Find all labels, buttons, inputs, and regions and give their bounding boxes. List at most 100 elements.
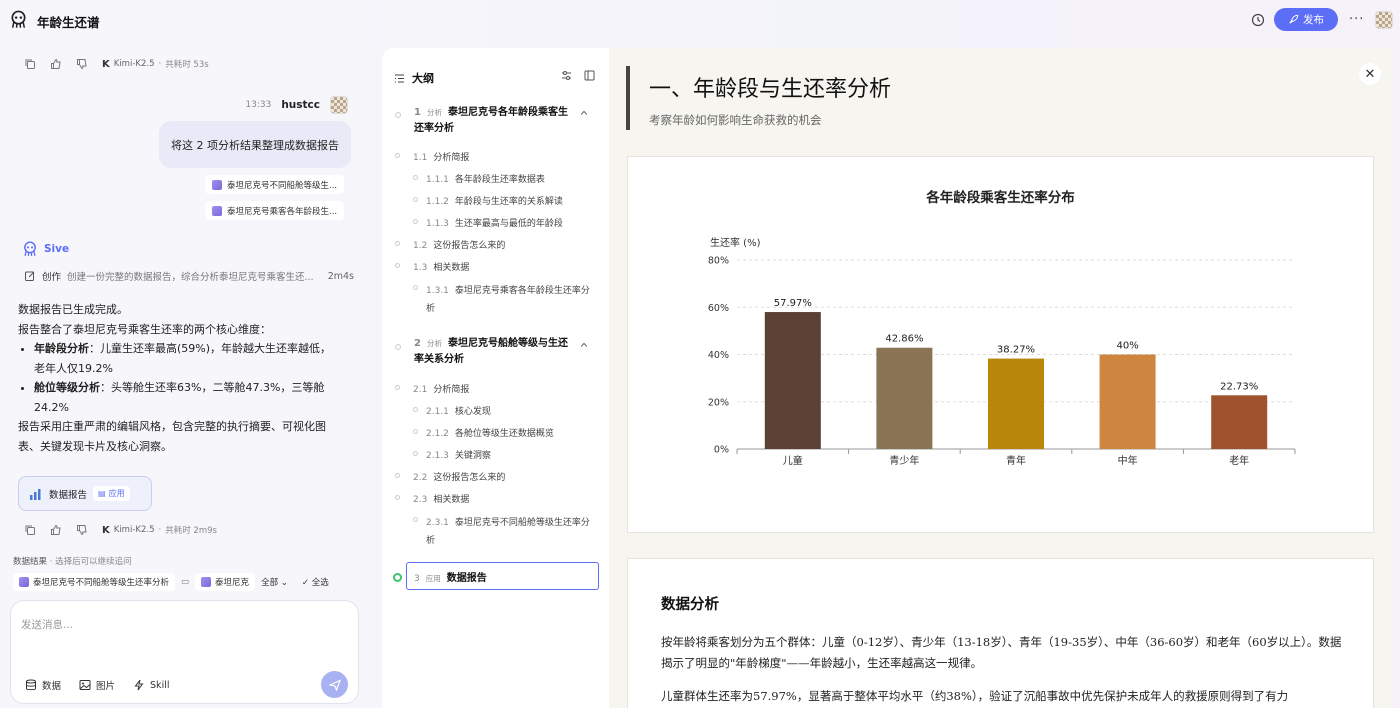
chevron-up-icon[interactable] <box>579 340 589 350</box>
outline-item[interactable]: 2.1 分析简报 <box>413 382 469 395</box>
outline-status-dot <box>395 263 400 268</box>
response-paragraph: 报告整合了泰坦尼克号乘客生还率的两个核心维度： <box>18 322 271 336</box>
outline-status-dot <box>413 197 418 202</box>
outline-item[interactable]: 1.1 分析简报 <box>413 150 469 163</box>
message-time: 13:33 <box>245 100 272 110</box>
result-chip[interactable]: 泰坦尼克号不同船舱等级生还率分析 <box>13 573 176 591</box>
result-chip[interactable]: 泰坦尼克 <box>195 573 256 591</box>
collapse-panel-icon[interactable] <box>584 70 595 81</box>
item-label: 核心发现 <box>454 407 491 417</box>
user-avatar <box>330 96 348 114</box>
thumbs-down-icon[interactable] <box>76 524 88 536</box>
filter-all-dropdown[interactable]: 全部 ⌄ <box>261 576 288 588</box>
results-hint: 选择后可以继续追问 <box>55 557 132 567</box>
x-tick-label: 青少年 <box>889 454 919 467</box>
user-message-header: 13:33 hustcc <box>245 96 348 114</box>
bar <box>1211 395 1268 449</box>
bar <box>988 358 1044 449</box>
chevron-up-icon[interactable] <box>579 108 589 118</box>
user-avatar[interactable] <box>1375 11 1393 29</box>
outline-status-dot <box>413 285 418 290</box>
outline-item[interactable]: 2.3.1 泰坦尼克号不同船舱等级生还率分析 <box>426 514 590 550</box>
copy-icon[interactable] <box>24 524 36 536</box>
select-all-button[interactable]: ✓ 全选 <box>302 576 329 588</box>
response-list: 年龄段分析：儿童生还率最高(59%)，年龄越大生还率越低，老年人仅19.2% 舱… <box>18 339 336 417</box>
item-label: 各舱位等级生还数据概览 <box>454 429 554 439</box>
outline-item[interactable]: 2.1.1 核心发现 <box>426 404 491 417</box>
create-duration: 2m4s <box>327 270 354 282</box>
outline-item[interactable]: 1.1.3 生还率最高与最低的年龄段 <box>426 216 563 229</box>
title-accent-bar <box>626 66 630 130</box>
outline-section-2[interactable]: 2 分析 泰坦尼克号船舱等级与生还率关系分析 <box>414 336 574 368</box>
create-step[interactable]: 创作 创建一份完整的数据报告，综合分析泰坦尼克号乘客生还... 2m4s <box>24 269 354 283</box>
edit-icon <box>25 271 35 281</box>
skill-tool-label: Skill <box>150 679 170 691</box>
data-label: 22.73% <box>1220 381 1258 392</box>
app-logo-icon <box>11 10 26 28</box>
outline-item[interactable]: 2.3 相关数据 <box>413 492 469 505</box>
section-heading: 一、年龄段与生还率分析 <box>649 77 892 102</box>
outline-item[interactable]: 2.2 这份报告怎么来的 <box>413 470 505 483</box>
item-label: 分析简报 <box>433 153 470 163</box>
result-chip-label: 泰坦尼克 <box>215 578 250 588</box>
thumbs-up-icon[interactable] <box>50 524 62 536</box>
outline-item[interactable]: 1.2 这份报告怎么来的 <box>413 238 505 251</box>
outline-item[interactable]: 1.1.1 各年龄段生还率数据表 <box>426 172 545 185</box>
image-icon <box>79 680 91 690</box>
outline-item[interactable]: 2.1.3 关键洞察 <box>426 448 491 461</box>
send-button[interactable] <box>321 671 348 698</box>
item-label: 年龄段与生还率的关系解读 <box>454 197 563 207</box>
outline-item[interactable]: 1.3 相关数据 <box>413 260 469 273</box>
top-bar: 年龄生还谱 发布 ··· <box>0 0 1400 40</box>
item-label: 泰坦尼克号不同船舱等级生还率分 <box>454 518 590 528</box>
list-item-label: 年龄段分析 <box>34 342 89 355</box>
item-number: 2.1.1 <box>426 407 449 417</box>
close-icon[interactable]: ✕ <box>1359 63 1381 85</box>
data-tool-label: 数据 <box>42 681 62 692</box>
outline-status-dot <box>395 495 400 500</box>
thumbs-up-icon[interactable] <box>50 58 62 70</box>
agent-name: Sive <box>44 243 70 255</box>
analysis-paragraph: 按年龄将乘客划分为五个群体：儿童（0-12岁）、青少年（13-18岁）、青年（1… <box>661 635 1342 670</box>
outline-section-3[interactable]: 3 应用 数据报告 <box>414 569 487 584</box>
outline-item[interactable]: 1.3.1 泰坦尼克号乘客各年龄段生还率分析 <box>426 282 590 318</box>
outline-status-dot <box>413 429 418 434</box>
document-panel: ✕ 一、年龄段与生还率分析 考察年龄如何影响生命获救的机会 各年龄段乘客生还率分… <box>609 48 1392 708</box>
outline-panel: 大纲 1 分析 泰坦尼克号各年龄段乘客生还率分析 1.1 分析简报 1.1.1 各年龄段… <box>382 48 609 708</box>
outline-header: 大纲 <box>394 70 434 86</box>
more-icon[interactable]: ··· <box>1349 12 1364 27</box>
comment-icon[interactable]: ▭ <box>181 577 189 587</box>
y-tick-label: 0% <box>714 445 729 456</box>
publish-button[interactable]: 发布 <box>1274 8 1338 31</box>
attachment-chip[interactable]: 泰坦尼克号乘客各年龄段生... <box>205 201 345 220</box>
settings-sliders-icon[interactable] <box>561 70 572 81</box>
item-label: 各年龄段生还率数据表 <box>454 175 545 185</box>
message-composer[interactable]: 发送消息... 数据 图片 Skill <box>10 600 359 704</box>
thumbs-down-icon[interactable] <box>76 58 88 70</box>
composer-tools: 数据 图片 Skill <box>25 678 169 692</box>
outline-section-1[interactable]: 1 分析 泰坦尼克号各年龄段乘客生还率分析 <box>414 105 574 137</box>
outline-status-dot <box>395 344 401 350</box>
model-name: Kimi-K2.5 <box>113 59 155 69</box>
report-card[interactable]: 数据报告 ▤ 应用 <box>18 476 152 511</box>
list-item: 年龄段分析：儿童生还率最高(59%)，年龄越大生还率越低，老年人仅19.2% <box>34 339 336 378</box>
item-number: 2.1 <box>413 385 428 395</box>
response-paragraph: 数据报告已生成完成。 <box>18 303 128 316</box>
outline-item[interactable]: 2.1.2 各舱位等级生还数据概览 <box>426 426 554 439</box>
history-icon[interactable] <box>1251 13 1265 27</box>
bar <box>764 312 821 449</box>
message-input[interactable]: 发送消息... <box>21 617 73 632</box>
apply-badge[interactable]: ▤ 应用 <box>93 486 130 501</box>
data-label: 57.97% <box>774 298 812 309</box>
outline-item[interactable]: 1.1.2 年龄段与生还率的关系解读 <box>426 194 563 207</box>
attachment-chip[interactable]: 泰坦尼克号不同船舱等级生... <box>205 175 345 194</box>
chart-card: 各年龄段乘客生还率分布 生还率 (%) 0% 20% 40% 60% 80% 57.97% 儿… <box>627 156 1374 533</box>
results-header: 数据结果 · 选择后可以继续追问 <box>13 557 132 567</box>
data-tool-button[interactable]: 数据 <box>25 678 61 692</box>
bar <box>1099 354 1156 449</box>
image-tool-button[interactable]: 图片 <box>79 678 115 692</box>
skill-tool-button[interactable]: Skill <box>133 678 169 692</box>
section-tag: 应用 <box>425 574 441 583</box>
outline-title: 大纲 <box>412 72 434 85</box>
copy-icon[interactable] <box>24 58 36 70</box>
